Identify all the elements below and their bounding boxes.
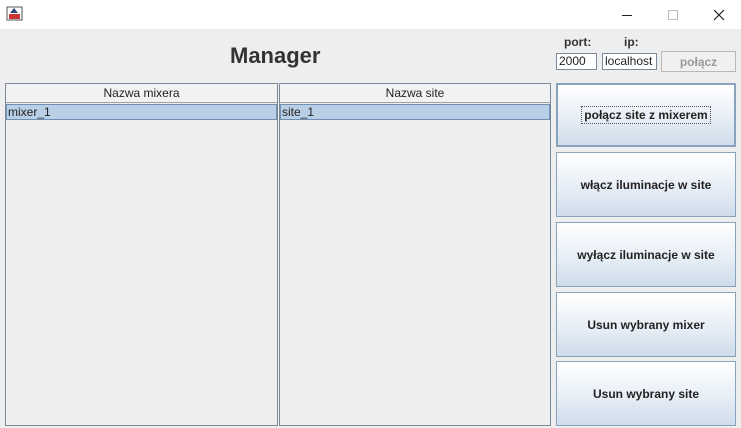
enable-illumination-button[interactable]: włącz iluminacje w site [556, 152, 736, 217]
window-titlebar [0, 0, 741, 29]
mixers-table[interactable]: Nazwa mixera mixer_1 [5, 83, 278, 426]
connect-button[interactable]: połącz [661, 51, 736, 72]
port-label: port: [564, 35, 592, 49]
sites-table-header[interactable]: Nazwa site [280, 84, 550, 103]
enable-illumination-label: włącz iluminacje w site [580, 177, 712, 192]
table-row[interactable]: site_1 [280, 104, 550, 120]
remove-site-label: Usun wybrany site [592, 386, 700, 401]
close-icon[interactable] [696, 0, 741, 29]
remove-mixer-label: Usun wybrany mixer [587, 317, 705, 332]
disable-illumination-button[interactable]: wyłącz iluminacje w site [556, 222, 736, 287]
disable-illumination-label: wyłącz iluminacje w site [577, 247, 715, 262]
link-site-mixer-button[interactable]: połącz site z mixerem [556, 83, 736, 147]
page-title: Manager [230, 43, 321, 68]
sites-table[interactable]: Nazwa site site_1 [279, 83, 551, 426]
table-row[interactable]: mixer_1 [6, 104, 277, 120]
ip-label: ip: [624, 35, 639, 49]
link-site-mixer-label: połącz site z mixerem [581, 106, 711, 124]
maximize-icon[interactable] [650, 0, 696, 29]
ip-field[interactable]: localhost [602, 53, 657, 70]
mixers-table-header[interactable]: Nazwa mixera [6, 84, 277, 103]
minimize-icon[interactable] [604, 0, 650, 29]
remove-site-button[interactable]: Usun wybrany site [556, 361, 736, 426]
port-field[interactable]: 2000 [556, 53, 597, 70]
java-app-icon [6, 5, 23, 22]
remove-mixer-button[interactable]: Usun wybrany mixer [556, 292, 736, 357]
